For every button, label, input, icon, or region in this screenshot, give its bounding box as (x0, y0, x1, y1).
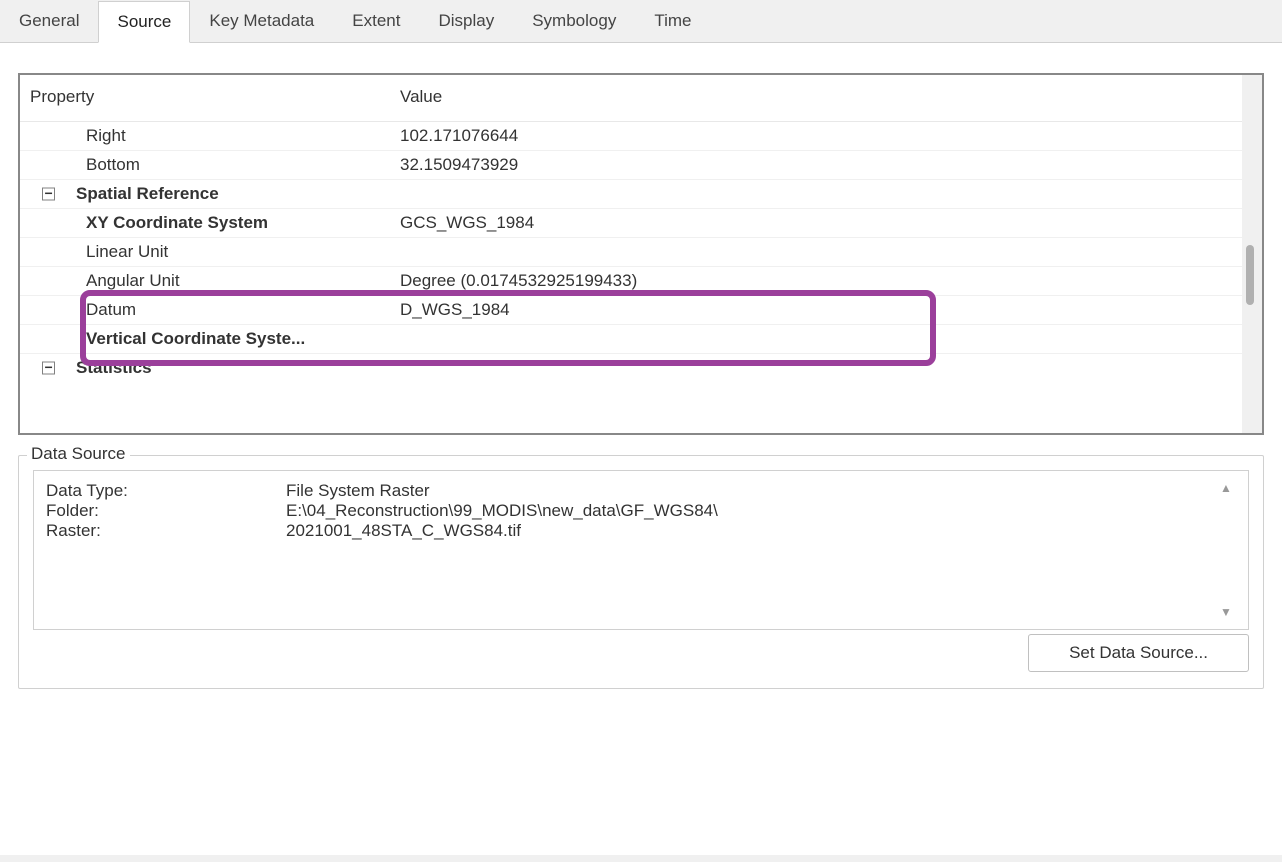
property-grid-panel: Property Value Right 102.171076644 Botto… (18, 73, 1264, 435)
collapse-icon[interactable]: − (42, 188, 55, 201)
data-source-scrollbar[interactable]: ▲ ▼ (1216, 481, 1236, 619)
source-tab-content: Property Value Right 102.171076644 Botto… (0, 43, 1282, 855)
scroll-up-icon[interactable]: ▲ (1220, 481, 1232, 495)
ds-data-type-label: Data Type: (46, 481, 286, 501)
ds-data-type-value: File System Raster (286, 481, 430, 501)
cell-vertical-cs-value (390, 325, 1242, 354)
row-angular-unit[interactable]: Angular Unit Degree (0.0174532925199433) (20, 267, 1242, 296)
cell-linear-unit-label: Linear Unit (20, 238, 390, 267)
cell-angular-unit-label: Angular Unit (20, 267, 390, 296)
row-right[interactable]: Right 102.171076644 (20, 122, 1242, 151)
col-header-property: Property (20, 75, 390, 122)
scroll-down-icon[interactable]: ▼ (1220, 605, 1232, 619)
col-header-value: Value (390, 75, 1242, 122)
row-xy-cs[interactable]: XY Coordinate System GCS_WGS_1984 (20, 209, 1242, 238)
tab-source[interactable]: Source (98, 1, 190, 43)
tab-extent[interactable]: Extent (333, 0, 419, 42)
cell-xy-cs-value: GCS_WGS_1984 (390, 209, 1242, 238)
row-vertical-cs[interactable]: Vertical Coordinate Syste... (20, 325, 1242, 354)
cell-bottom-label: Bottom (20, 151, 390, 180)
statistics-text: Statistics (76, 358, 152, 377)
cell-statistics-value (390, 354, 1242, 383)
scroll-thumb[interactable] (1246, 245, 1254, 305)
property-table: Property Value Right 102.171076644 Botto… (20, 75, 1242, 382)
tab-symbology[interactable]: Symbology (513, 0, 635, 42)
ds-folder-label: Folder: (46, 501, 286, 521)
row-spatial-reference[interactable]: − Spatial Reference (20, 180, 1242, 209)
set-data-source-button[interactable]: Set Data Source... (1028, 634, 1249, 672)
tab-strip: General Source Key Metadata Extent Displ… (0, 0, 1282, 43)
cell-xy-cs-label: XY Coordinate System (20, 209, 390, 238)
data-source-fieldset: Data Source Data Type: File System Raste… (18, 455, 1264, 689)
ds-raster-value: 2021001_48STA_C_WGS84.tif (286, 521, 521, 541)
ds-row-data-type: Data Type: File System Raster (46, 481, 1216, 501)
ds-folder-value: E:\04_Reconstruction\99_MODIS\new_data\G… (286, 501, 718, 521)
ds-raster-label: Raster: (46, 521, 286, 541)
tab-display[interactable]: Display (419, 0, 513, 42)
cell-spatial-reference-value (390, 180, 1242, 209)
tab-general[interactable]: General (0, 0, 98, 42)
data-source-box: Data Type: File System Raster Folder: E:… (33, 470, 1249, 630)
spatial-reference-text: Spatial Reference (76, 184, 219, 203)
row-bottom[interactable]: Bottom 32.1509473929 (20, 151, 1242, 180)
cell-angular-unit-value: Degree (0.0174532925199433) (390, 267, 1242, 296)
cell-datum-value: D_WGS_1984 (390, 296, 1242, 325)
tab-time[interactable]: Time (635, 0, 710, 42)
collapse-icon[interactable]: − (42, 362, 55, 375)
cell-datum-label: Datum (20, 296, 390, 325)
ds-row-folder: Folder: E:\04_Reconstruction\99_MODIS\ne… (46, 501, 1216, 521)
row-datum[interactable]: Datum D_WGS_1984 (20, 296, 1242, 325)
tab-key-metadata[interactable]: Key Metadata (190, 0, 333, 42)
cell-right-label: Right (20, 122, 390, 151)
row-linear-unit[interactable]: Linear Unit (20, 238, 1242, 267)
row-statistics[interactable]: − Statistics (20, 354, 1242, 383)
cell-bottom-value: 32.1509473929 (390, 151, 1242, 180)
ds-row-raster: Raster: 2021001_48STA_C_WGS84.tif (46, 521, 1216, 541)
cell-vertical-cs-label: Vertical Coordinate Syste... (20, 325, 390, 354)
cell-statistics-label: − Statistics (20, 354, 390, 383)
cell-linear-unit-value (390, 238, 1242, 267)
data-source-legend: Data Source (27, 444, 130, 464)
property-scrollbar[interactable] (1242, 75, 1262, 433)
cell-right-value: 102.171076644 (390, 122, 1242, 151)
cell-spatial-reference-label: − Spatial Reference (20, 180, 390, 209)
